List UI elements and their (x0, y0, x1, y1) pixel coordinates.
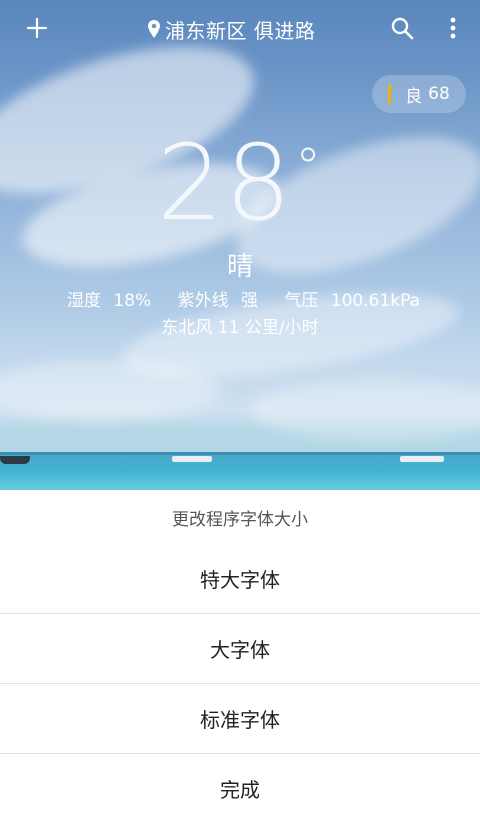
top-bar: 浦东新区 俱进路 (0, 0, 480, 58)
more-options-button[interactable] (435, 10, 471, 46)
plus-icon (26, 17, 48, 39)
location-label: 浦东新区 俱进路 (165, 18, 316, 43)
uv-value: 强 (240, 291, 258, 311)
location-selector[interactable]: 浦东新区 俱进路 (148, 14, 315, 44)
weather-details: 湿度 18% 紫外线 强 气压 100.61kPa (0, 286, 480, 311)
font-size-sheet: 更改程序字体大小 特大字体 大字体 标准字体 完成 (0, 490, 480, 802)
aqi-level-indicator (388, 84, 392, 104)
cloud (250, 380, 480, 440)
option-extra-large-font[interactable]: 特大字体 (0, 544, 480, 614)
option-large-font[interactable]: 大字体 (0, 614, 480, 684)
temperature-value: 28 (156, 122, 294, 244)
search-button[interactable] (384, 10, 420, 46)
option-standard-font[interactable]: 标准字体 (0, 684, 480, 754)
aqi-level: 良 (405, 86, 423, 107)
air-quality-badge[interactable]: 良 68 (372, 75, 466, 113)
more-vertical-icon (450, 17, 456, 39)
search-icon (391, 17, 414, 40)
boat (400, 456, 444, 462)
temperature-display: 28° (0, 122, 480, 244)
pressure-value: 100.61kPa (330, 291, 421, 311)
wind-info: 东北风 11 公里/小时 (161, 318, 319, 338)
weather-condition: 晴 (226, 252, 253, 282)
uv-label: 紫外线 (177, 291, 229, 311)
done-button[interactable]: 完成 (0, 754, 480, 823)
background-image (0, 0, 480, 490)
humidity-label: 湿度 (66, 291, 101, 311)
add-city-button[interactable] (19, 10, 55, 46)
sheet-title: 更改程序字体大小 (172, 509, 308, 530)
temperature-unit: ° (295, 138, 324, 198)
boat (0, 456, 30, 464)
cloud (0, 360, 220, 420)
humidity-value: 18% (113, 291, 152, 311)
aqi-value: 68 (428, 84, 450, 104)
boat (172, 456, 212, 462)
pressure-label: 气压 (284, 291, 319, 311)
map-pin-icon (148, 20, 160, 38)
